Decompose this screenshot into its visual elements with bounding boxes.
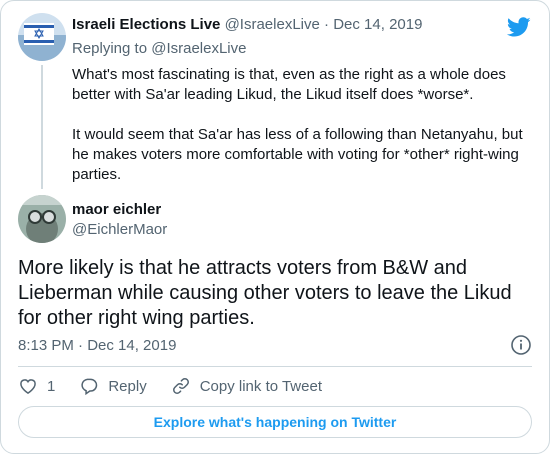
meta-separator: · [324, 16, 330, 33]
link-icon [172, 378, 189, 394]
reply-icon [81, 378, 98, 396]
twitter-bird-icon[interactable] [507, 15, 531, 39]
tweet-timestamp[interactable]: 8:13 PM · Dec 14, 2019 [18, 336, 176, 356]
replying-to-handle[interactable]: @IsraelexLive [151, 40, 246, 57]
copy-link-button[interactable]: Copy link to Tweet [171, 376, 322, 396]
tweet-actions: 1 Reply Copy link to Tweet [18, 375, 322, 397]
parent-paragraph-2: It would seem that Sa'ar has less of a f… [72, 126, 523, 183]
parent-author-handle[interactable]: @IsraelexLive [225, 16, 320, 33]
explore-twitter-button[interactable]: Explore what's happening on Twitter [18, 406, 532, 438]
parent-tweet-header: Israeli Elections Live @IsraelexLive · D… [72, 15, 422, 35]
parent-tweet-date[interactable]: Dec 14, 2019 [333, 16, 422, 33]
tweet-embed-card: Israeli Elections Live @IsraelexLive · D… [0, 0, 550, 454]
israeli-elections-avatar[interactable] [18, 13, 66, 61]
parent-paragraph-1: What's most fascinating is that, even as… [72, 66, 506, 103]
parent-author-name[interactable]: Israeli Elections Live [72, 16, 220, 33]
main-tweet-text: More likely is that he attracts voters f… [18, 257, 512, 329]
heart-icon [20, 379, 36, 394]
replying-prefix: Replying to [72, 40, 148, 57]
user-avatar[interactable] [18, 195, 66, 243]
like-button[interactable]: 1 [18, 376, 55, 396]
copy-link-label: Copy link to Tweet [199, 377, 322, 395]
reply-button[interactable]: Reply [79, 376, 147, 396]
main-author-name[interactable]: maor eichler [72, 200, 161, 220]
actions-divider [18, 366, 532, 367]
reply-label: Reply [108, 377, 147, 395]
main-author-handle[interactable]: @EichlerMaor [72, 220, 167, 240]
replying-to-line: Replying to @IsraelexLive [72, 39, 247, 59]
thread-connector-line [41, 65, 43, 189]
parent-tweet-text: What's most fascinating is that, even as… [72, 65, 534, 185]
like-count: 1 [47, 377, 56, 395]
info-icon[interactable] [510, 334, 532, 356]
